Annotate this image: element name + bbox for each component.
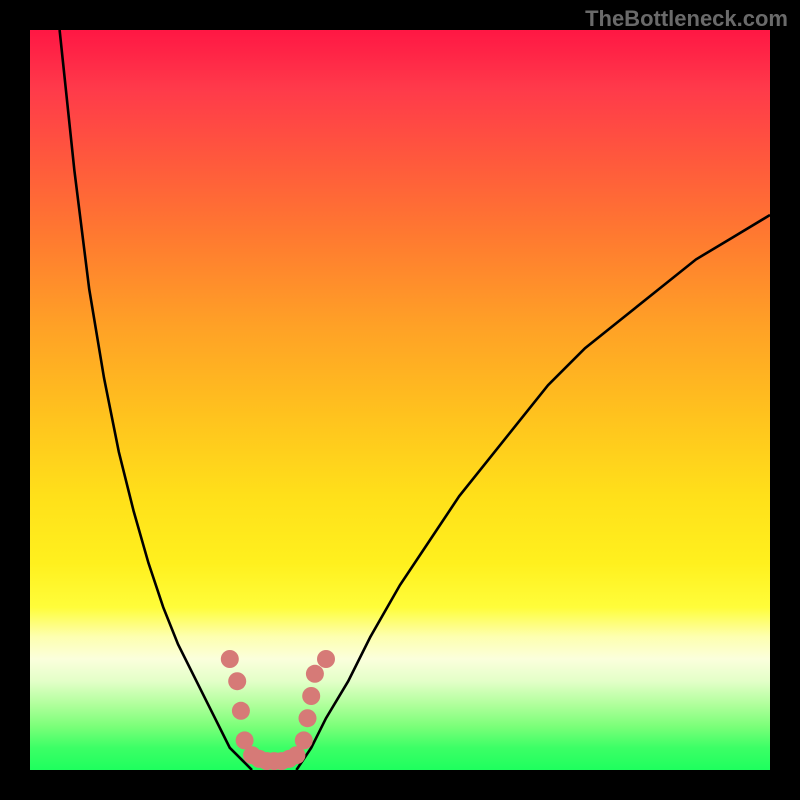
marker-dot	[228, 672, 246, 690]
marker-dot	[302, 687, 320, 705]
marker-dot	[299, 709, 317, 727]
watermark-text: TheBottleneck.com	[585, 6, 788, 32]
plot-svg	[30, 30, 770, 770]
right-curve	[296, 215, 770, 770]
marker-dot	[295, 731, 313, 749]
marker-dot	[232, 702, 250, 720]
marker-dot	[317, 650, 335, 668]
bottom-markers-group	[221, 650, 335, 770]
marker-dot	[306, 665, 324, 683]
marker-dot	[221, 650, 239, 668]
